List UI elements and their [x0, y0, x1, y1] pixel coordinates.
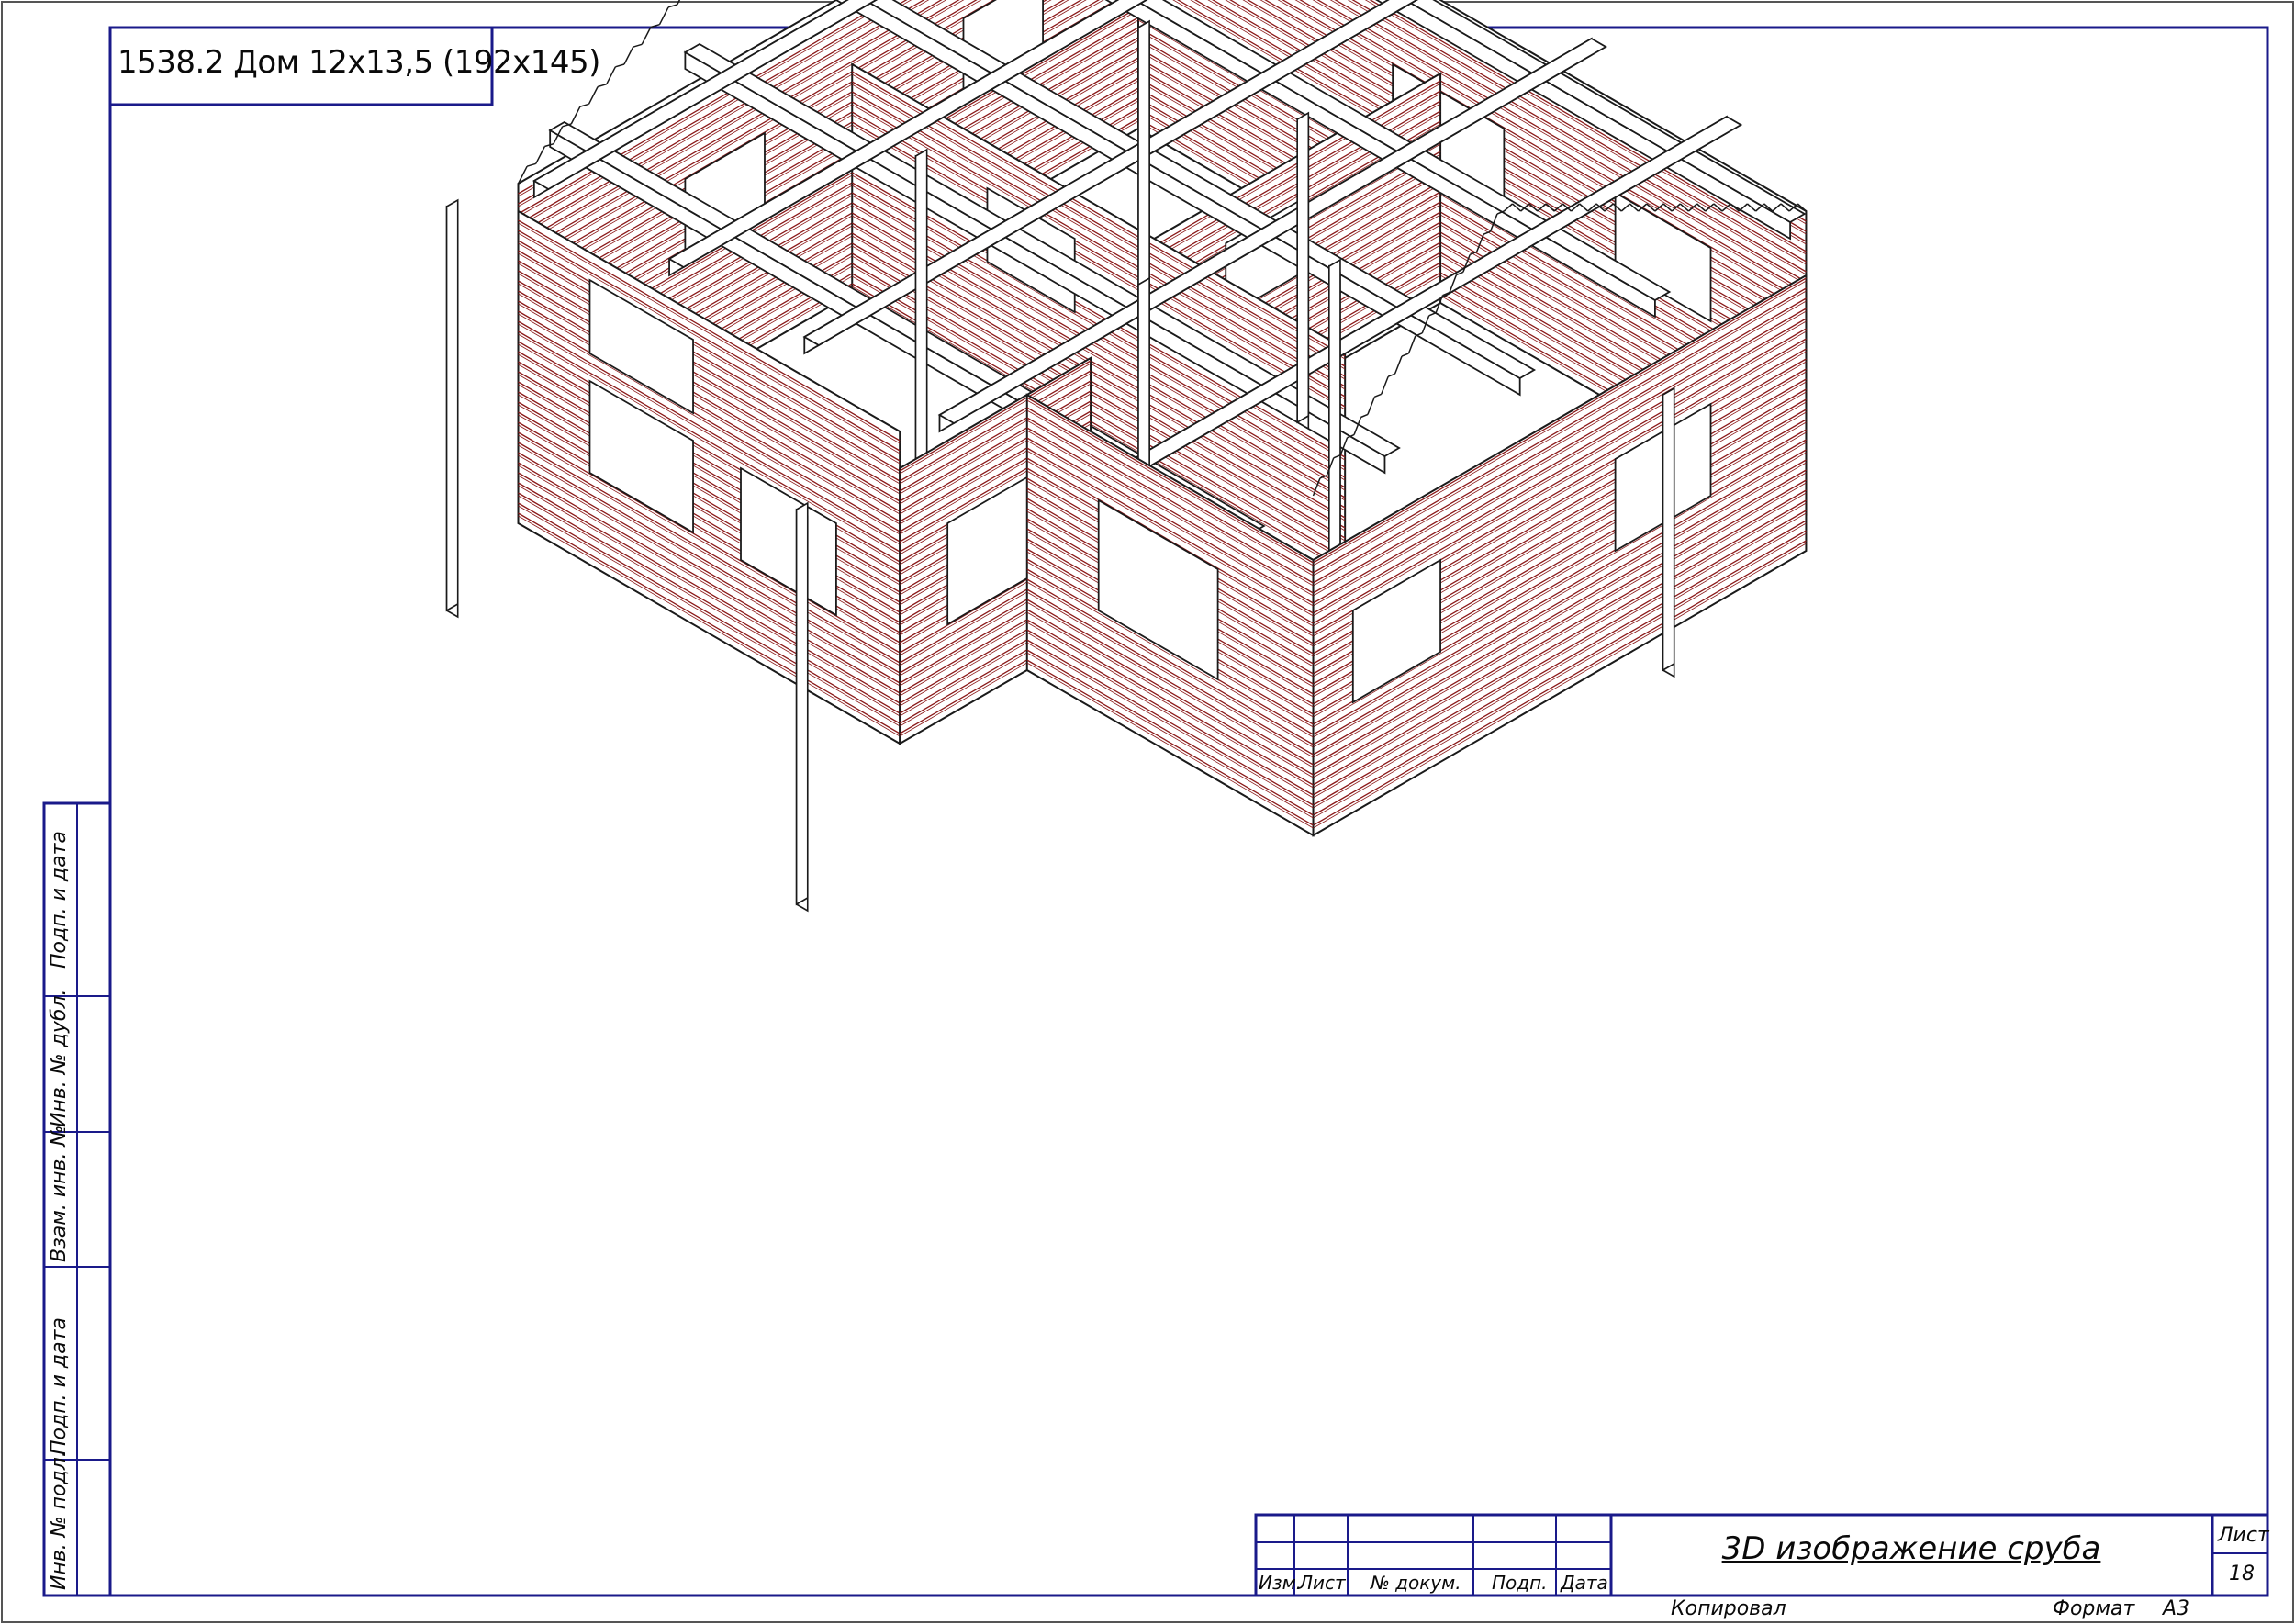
log-house-3d-model — [445, 0, 1808, 913]
gable-notches-front-left — [579, 103, 589, 107]
gable-notches-front-left — [667, 4, 677, 8]
side-stamp-sign-date-1: Подп. и дата — [48, 831, 71, 969]
gable-notches-front-left — [623, 46, 634, 65]
header-date: Дата — [1561, 1572, 1608, 1594]
porch-post-front-side — [795, 501, 809, 906]
side-stamp-dup-inv: Инв. № дубл. — [48, 989, 71, 1127]
gable-notches-front-left — [615, 63, 625, 68]
header-sheet: Лист — [1299, 1572, 1346, 1594]
gable-notches-front-left — [641, 27, 652, 45]
interior-post-3-side — [914, 148, 928, 461]
gable-notches-front-right — [1394, 355, 1403, 375]
copied-label: Копировал — [1671, 1597, 1786, 1620]
gable-notches-front-left — [535, 146, 546, 164]
gable-notches-front-right — [1360, 413, 1369, 419]
side-stamp-sign-date-2: Подп. и дата — [48, 1317, 71, 1455]
header-doc-number: № докум. — [1371, 1572, 1461, 1594]
gable-notches-front-right — [1387, 373, 1395, 377]
porch-post-left-side — [445, 198, 459, 612]
gable-notches-front-right — [1367, 397, 1376, 415]
project-code: 1538.2 Дом 12х13,5 (192х145) — [118, 44, 600, 81]
gable-notches-front-left — [606, 66, 617, 85]
interior-post-2-side — [1328, 258, 1341, 571]
gable-notches-front-left — [658, 6, 669, 26]
drawing-sheet: 1538.2 Дом 12х13,5 (192х145) Подп. и дат… — [0, 0, 2295, 1624]
drawing-frame — [1, 0, 2294, 1623]
gable-notches-front-left — [526, 162, 536, 167]
gable-notches-front-right — [1374, 393, 1383, 398]
format-value: A3 — [2163, 1597, 2190, 1620]
gable-notches-front-right — [1381, 375, 1389, 395]
gable-notches-front-right — [1407, 335, 1416, 354]
gable-notches-front-left — [588, 86, 599, 105]
side-stamp-replace-inv: Взам. инв. № — [48, 1125, 71, 1262]
gable-notches-front-left — [570, 106, 581, 125]
drawing-title: 3D изображение сруба — [1721, 1530, 2101, 1567]
sheet-label: Лист — [2218, 1524, 2269, 1547]
header-signature: Подп. — [1492, 1572, 1548, 1594]
gable-notches-front-left — [597, 83, 607, 88]
format-label: Формат — [2053, 1597, 2135, 1620]
interior-post-1-side — [1296, 111, 1310, 424]
porch-post-right-side — [1662, 386, 1675, 672]
sheet-number: 18 — [2229, 1562, 2255, 1585]
gable-notches-front-left — [633, 43, 643, 48]
side-stamp-original-inv: Инв. № подл. — [48, 1450, 71, 1590]
header-change: Изм. — [1259, 1572, 1303, 1594]
gable-notches-front-right — [1401, 353, 1409, 357]
